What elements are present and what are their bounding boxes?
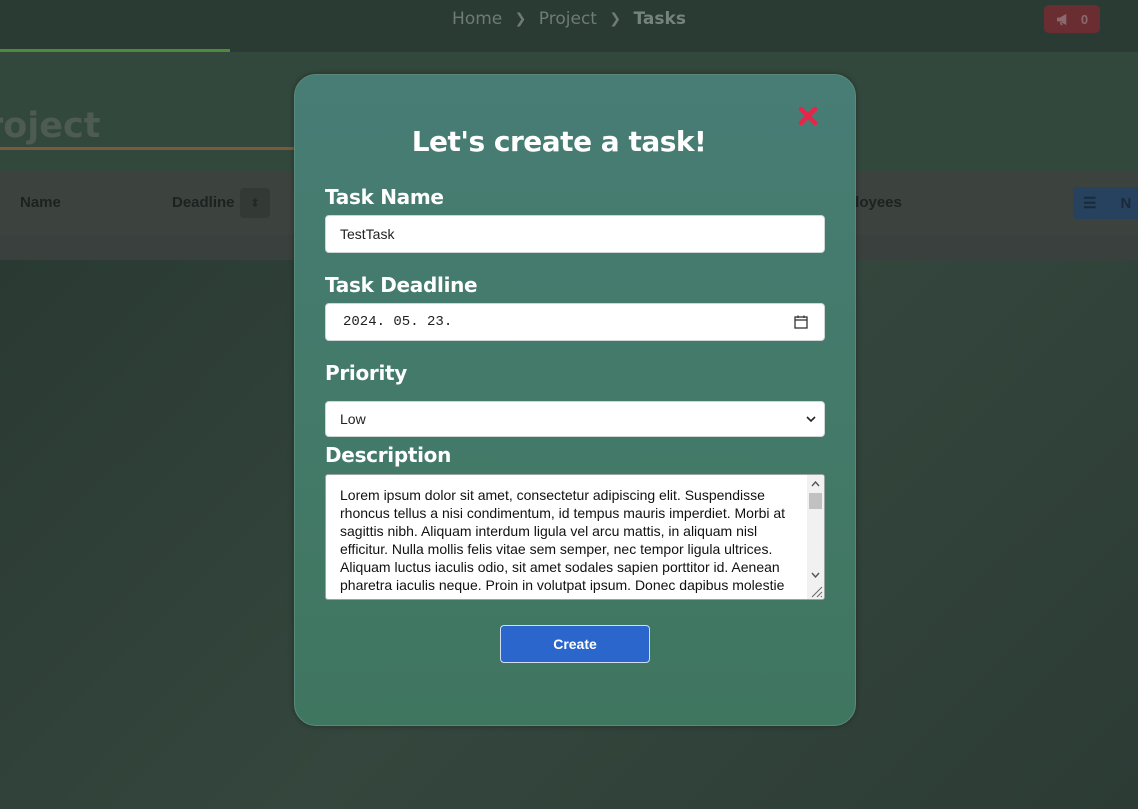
close-icon — [798, 106, 818, 126]
list-icon: ☰ — [1083, 195, 1097, 212]
column-name: Name — [20, 194, 61, 211]
create-task-modal: Let's create a task! Task Name TestTask … — [294, 74, 856, 726]
create-button[interactable]: Create — [500, 625, 650, 663]
deadline-value: 2024. 05. 23. — [343, 314, 453, 330]
priority-value: Low — [340, 411, 366, 427]
chevron-right-icon: ❯ — [609, 11, 622, 27]
breadcrumb-home[interactable]: Home — [452, 9, 502, 29]
page-title: roject — [0, 106, 101, 146]
column-deadline: Deadline — [172, 194, 235, 211]
breadcrumb-current: Tasks — [633, 9, 686, 29]
notifications-count: 0 — [1080, 11, 1089, 27]
priority-label: Priority — [325, 361, 408, 385]
description-label: Description — [325, 443, 452, 467]
scroll-up-icon[interactable] — [807, 475, 824, 492]
priority-select[interactable]: Low — [325, 401, 825, 437]
calendar-icon[interactable] — [794, 315, 808, 329]
sort-icon: ⬍ — [249, 196, 261, 210]
title-underline — [0, 147, 300, 150]
scroll-down-icon[interactable] — [807, 566, 824, 583]
description-textarea[interactable]: Lorem ipsum dolor sit amet, consectetur … — [325, 474, 825, 600]
chevron-down-icon — [806, 415, 816, 422]
scroll-thumb[interactable] — [809, 493, 822, 509]
task-name-label: Task Name — [325, 185, 444, 209]
task-name-input[interactable]: TestTask — [325, 215, 825, 253]
resize-grip-icon[interactable] — [809, 584, 823, 598]
modal-title: Let's create a task! — [411, 125, 707, 158]
breadcrumb: Home ❯ Project ❯ Tasks — [0, 9, 1138, 29]
sort-deadline-button[interactable]: ⬍ — [240, 188, 270, 218]
notifications-button[interactable]: 0 — [1044, 5, 1100, 33]
megaphone-icon — [1056, 13, 1067, 25]
task-deadline-label: Task Deadline — [325, 273, 478, 297]
breadcrumb-project[interactable]: Project — [539, 9, 597, 29]
textarea-scrollbar[interactable] — [807, 475, 824, 599]
new-task-button[interactable]: ☰ N — [1073, 187, 1138, 219]
new-task-label: N — [1120, 194, 1132, 212]
chevron-right-icon: ❯ — [514, 11, 527, 27]
description-text: Lorem ipsum dolor sit amet, consectetur … — [340, 487, 786, 593]
task-deadline-input[interactable]: 2024. 05. 23. — [325, 303, 825, 341]
